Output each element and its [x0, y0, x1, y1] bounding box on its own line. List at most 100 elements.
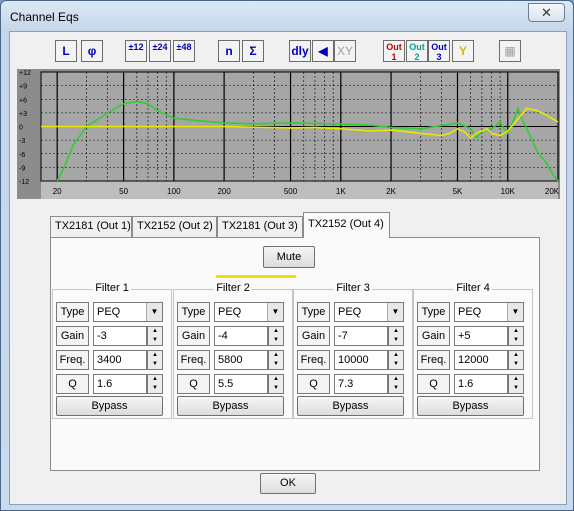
filter-type-select[interactable]: PEQ ▼ — [214, 302, 284, 322]
filter-title-text: Filter 3 — [334, 282, 372, 294]
filter-title-text: Filter 1 — [93, 282, 131, 294]
filter-gain-input[interactable]: -4 — [214, 326, 268, 346]
y-tick-label: -12 — [19, 179, 29, 186]
filter-type-select[interactable]: PEQ ▼ — [334, 302, 404, 322]
spin-arrows-icon[interactable]: ▲ ▼ — [268, 374, 284, 394]
spin-arrows-icon[interactable]: ▲ ▼ — [388, 350, 404, 370]
freq-label: Freq. — [417, 350, 450, 370]
q-label: Q — [417, 374, 450, 394]
type-label: Type — [297, 302, 330, 322]
gain-label: Gain — [417, 326, 450, 346]
filter-title: Filter 3 — [294, 282, 412, 294]
y-tick-label: +6 — [19, 97, 27, 104]
x-tick-label: 1K — [336, 187, 346, 196]
filter-gain-input[interactable]: -7 — [334, 326, 388, 346]
chevron-down-icon[interactable]: ▼ — [267, 303, 283, 321]
bypass-button[interactable]: Bypass — [177, 396, 284, 416]
bypass-button[interactable]: Bypass — [417, 396, 524, 416]
x-tick-label: 10K — [501, 187, 516, 196]
filter-freq-input[interactable]: 3400 — [93, 350, 147, 370]
y-tick-label: -3 — [19, 138, 25, 145]
y-tick-label: +12 — [19, 70, 31, 77]
tab-3[interactable]: TX2181 (Out 3) — [217, 216, 303, 237]
filter-type-value: PEQ — [338, 306, 362, 318]
filter-title-text: Filter 2 — [214, 282, 252, 294]
freq-label: Freq. — [297, 350, 330, 370]
x-tick-label: 50 — [119, 187, 128, 196]
dialog-client-area: Lφ ±12 ±24 ±48 n Σdly ◀ XY Out 1 Out 2 Out 3 Y ▦ +12… — [9, 31, 567, 505]
n-button[interactable]: n — [218, 40, 240, 62]
eq-response-svg: +12 +9 +6 +3 0 -3 -6 -9 -12 20 50 100 200 500 1K 2K 5K 10… — [19, 70, 560, 199]
filter-group-4: Filter 4 Type PEQ ▼ Gain +5 ▲ ▼ Freq. 12000 ▲ ▼ Q 1.6… — [413, 282, 533, 419]
filter-group-2: Filter 2 Type PEQ ▼ Gain -4 ▲ ▼ Freq. 5800 ▲ ▼ Q 5.5 ▲… — [173, 282, 293, 419]
spin-arrows-icon[interactable]: ▲ ▼ — [147, 350, 163, 370]
type-label: Type — [56, 302, 89, 322]
spin-arrows-icon[interactable]: ▲ ▼ — [268, 326, 284, 346]
slope-48-button[interactable]: ±48 — [173, 40, 195, 62]
filter-title: Filter 2 — [174, 282, 292, 294]
channel-eqs-window: Channel Eqs ✕ Lφ ±12 ±24 ±48 n Σdly ◀ XY Out 1 Ou… — [0, 0, 574, 511]
grid-button[interactable]: ▦ — [499, 40, 521, 62]
q-label: Q — [297, 374, 330, 394]
filter-type-select[interactable]: PEQ ▼ — [93, 302, 163, 322]
x-tick-label: 500 — [284, 187, 298, 196]
gain-label: Gain — [56, 326, 89, 346]
filter-type-select[interactable]: PEQ ▼ — [454, 302, 524, 322]
chevron-down-icon[interactable]: ▼ — [507, 303, 523, 321]
filter-q-input[interactable]: 1.6 — [454, 374, 508, 394]
filter-q-input[interactable]: 1.6 — [93, 374, 147, 394]
tab-2[interactable]: TX2152 (Out 2) — [132, 216, 217, 237]
spin-arrows-icon[interactable]: ▲ ▼ — [147, 374, 163, 394]
spin-arrows-icon[interactable]: ▲ ▼ — [388, 326, 404, 346]
filter-freq-input[interactable]: 10000 — [334, 350, 388, 370]
filter-gain-input[interactable]: +5 — [454, 326, 508, 346]
delay-button[interactable]: dly — [289, 40, 311, 62]
spin-arrows-icon[interactable]: ▲ ▼ — [388, 374, 404, 394]
bypass-button[interactable]: Bypass — [297, 396, 404, 416]
filter-gain-input[interactable]: -3 — [93, 326, 147, 346]
phase-button[interactable]: φ — [81, 40, 103, 62]
x-tick-label: 5K — [453, 187, 463, 196]
filter-q-input[interactable]: 5.5 — [214, 374, 268, 394]
spin-arrows-icon[interactable]: ▲ ▼ — [147, 326, 163, 346]
spin-arrows-icon[interactable]: ▲ ▼ — [508, 374, 524, 394]
out1-button[interactable]: Out 1 — [383, 40, 405, 62]
filter-title: Filter 1 — [53, 282, 171, 294]
out3-button[interactable]: Out 3 — [428, 40, 450, 62]
spin-arrows-icon[interactable]: ▲ ▼ — [508, 326, 524, 346]
xy-button[interactable]: XY — [334, 40, 356, 62]
x-tick-label: 200 — [217, 187, 231, 196]
ok-button[interactable]: OK — [260, 473, 316, 494]
spin-arrows-icon[interactable]: ▲ ▼ — [268, 350, 284, 370]
tab-4[interactable]: TX2152 (Out 4) — [303, 212, 390, 238]
out2-button[interactable]: Out 2 — [406, 40, 428, 62]
mute-button[interactable]: Mute — [263, 246, 315, 268]
filter-freq-input[interactable]: 5800 — [214, 350, 268, 370]
chevron-down-icon[interactable]: ▼ — [146, 303, 162, 321]
freq-label: Freq. — [177, 350, 210, 370]
gain-label: Gain — [177, 326, 210, 346]
filter-type-value: PEQ — [458, 306, 482, 318]
spin-arrows-icon[interactable]: ▲ ▼ — [508, 350, 524, 370]
y-tick-label: -9 — [19, 165, 25, 172]
gain-label: Gain — [297, 326, 330, 346]
slope-24-button[interactable]: ±24 — [149, 40, 171, 62]
linear-scale-button[interactable]: L — [55, 40, 77, 62]
tab-1[interactable]: TX2181 (Out 1) — [50, 216, 132, 237]
sum-button[interactable]: Σ — [242, 40, 264, 62]
out4-button[interactable]: Y — [452, 40, 474, 62]
filter-freq-input[interactable]: 12000 — [454, 350, 508, 370]
x-tick-label: 100 — [167, 187, 181, 196]
y-tick-label: +9 — [19, 84, 27, 91]
y-tick-label: -6 — [19, 152, 25, 159]
eq-response-graph: +12 +9 +6 +3 0 -3 -6 -9 -12 20 50 100 200 500 1K 2K 5K 10… — [17, 69, 560, 199]
slope-12-button[interactable]: ±12 — [125, 40, 147, 62]
bypass-button[interactable]: Bypass — [56, 396, 163, 416]
type-label: Type — [417, 302, 450, 322]
q-label: Q — [177, 374, 210, 394]
speaker-button[interactable]: ◀ — [312, 40, 334, 62]
chevron-down-icon[interactable]: ▼ — [387, 303, 403, 321]
filter-group-3: Filter 3 Type PEQ ▼ Gain -7 ▲ ▼ Freq. 10000 ▲ ▼ Q 7.3… — [293, 282, 413, 419]
filter-q-input[interactable]: 7.3 — [334, 374, 388, 394]
close-icon[interactable]: ✕ — [528, 3, 565, 22]
